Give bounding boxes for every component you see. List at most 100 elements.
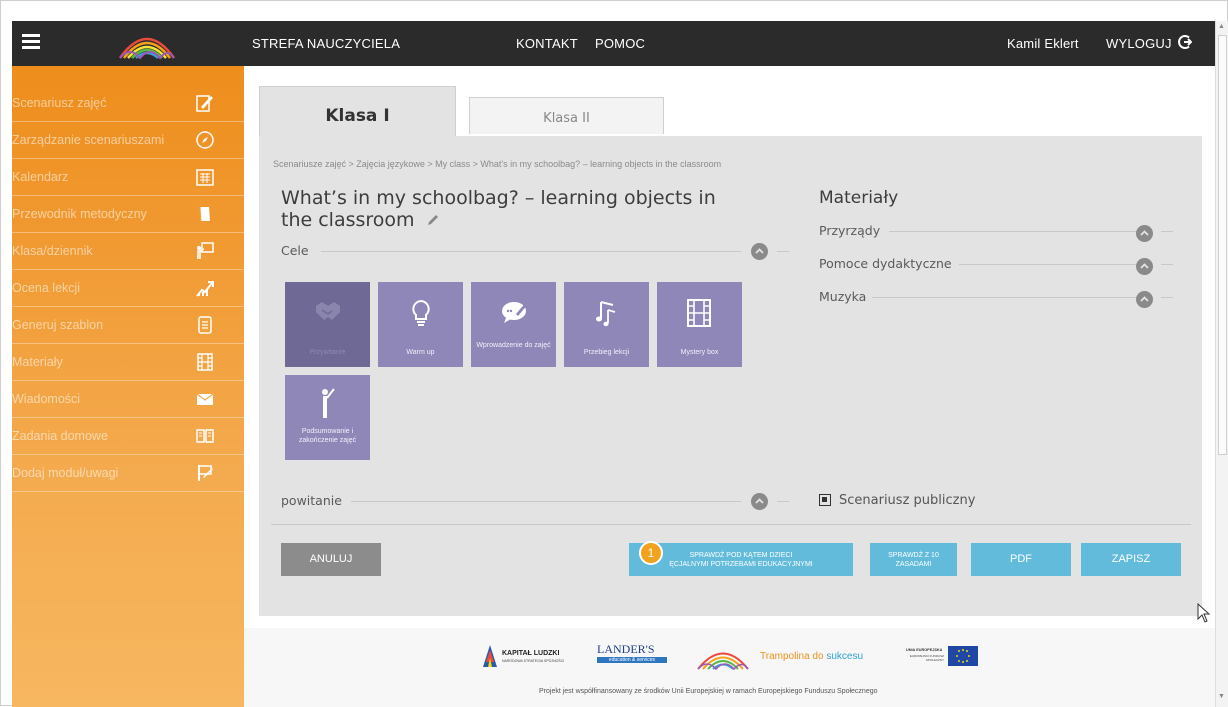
tile-label: Podsumowanie i zakończenie zajęć xyxy=(298,428,357,444)
nav-kontakt[interactable]: KONTAKT xyxy=(516,36,578,51)
user-name[interactable]: Kamil Eklert xyxy=(1007,36,1079,51)
materials-przyrzady: Przyrządy xyxy=(819,221,1181,242)
compass-icon xyxy=(195,130,215,150)
sidebar-item-label: Kalendarz xyxy=(12,170,69,184)
divider xyxy=(1161,297,1173,298)
calendar-icon xyxy=(195,167,215,187)
tile-warm-up[interactable]: Warm up xyxy=(378,282,463,367)
trampolina-logo-icon xyxy=(695,642,751,675)
tile-przywitanie[interactable]: Przywitanie xyxy=(285,282,370,367)
divider xyxy=(869,297,1151,298)
lesson-panel: Scenariusze zajęć > Zajęcia językowe > M… xyxy=(259,136,1202,616)
sidebar-item-generuj-szablon[interactable]: Generuj szablon xyxy=(12,307,244,344)
film-icon xyxy=(687,299,711,327)
scroll-down-icon[interactable]: ▼ xyxy=(1218,693,1225,700)
section-label: Muzyka xyxy=(819,289,873,304)
teacher-board-icon xyxy=(195,241,215,261)
chevron-up-icon[interactable] xyxy=(1136,258,1153,275)
browser-window: STREFA NAUCZYCIELA KONTAKT POMOC Kamil E… xyxy=(0,0,1228,707)
edit-icon xyxy=(195,93,215,113)
tab-klasa-1[interactable]: Klasa I xyxy=(259,86,456,137)
checkbox-mark xyxy=(822,497,827,502)
presenter-icon xyxy=(322,388,335,418)
sidebar-item-zarzadzanie-scenariuszami[interactable]: Zarządzanie scenariuszami xyxy=(12,122,244,159)
tile-label: Przebieg lekcji xyxy=(583,349,630,356)
chart-up-icon xyxy=(195,278,215,298)
divider xyxy=(1161,231,1173,232)
scrollbar[interactable]: ▲ ▼ xyxy=(1215,21,1228,707)
chevron-up-icon[interactable] xyxy=(751,493,768,510)
section-cele: Cele xyxy=(281,241,791,261)
materials-muzyka: Muzyka xyxy=(819,287,1181,308)
save-button[interactable]: ZAPISZ xyxy=(1081,543,1181,576)
chevron-up-icon[interactable] xyxy=(1136,291,1153,308)
section-label: Pomoce dydaktyczne xyxy=(819,256,958,271)
add-note-icon xyxy=(195,463,215,483)
sidebar-item-materialy[interactable]: Materiały xyxy=(12,344,244,381)
divider xyxy=(777,501,789,502)
tile-label: Wprowadzenie do zajęć xyxy=(476,342,551,349)
divider xyxy=(777,251,789,252)
trampolina-logo-text: Trampolina do sukcesu xyxy=(760,651,864,662)
tile-mystery-box[interactable]: Mystery box xyxy=(657,282,742,367)
film-icon xyxy=(195,352,215,372)
tile-label: Warm up xyxy=(406,349,435,356)
section-powitanie: powitanie xyxy=(281,491,791,511)
sidebar-item-dodaj-modul[interactable]: Dodaj moduł/uwagi xyxy=(12,455,244,492)
sidebar-item-klasa-dziennik[interactable]: Klasa/dziennik xyxy=(12,233,244,270)
mouse-cursor-icon xyxy=(1197,602,1211,628)
cancel-button[interactable]: ANULUJ xyxy=(281,543,381,576)
check-special-needs-button[interactable]: SPRAWDŹ POD KĄTEM DZIECI ĘCJALNYMI POTRZ… xyxy=(629,543,853,576)
sidebar-item-label: Przewodnik metodyczny xyxy=(12,207,147,221)
sidebar-item-label: Materiały xyxy=(12,355,63,369)
tab-klasa-2[interactable]: Klasa II xyxy=(469,97,664,134)
sidebar-item-kalendarz[interactable]: Kalendarz xyxy=(12,159,244,196)
materials-title: Materiały xyxy=(819,188,899,208)
tile-przebieg-lekcji[interactable]: Przebieg lekcji xyxy=(564,282,649,367)
check-10-rules-button[interactable]: SPRAWDŹ Z 10 ZASADAMI xyxy=(870,543,957,576)
divider xyxy=(889,231,1151,232)
scroll-up-icon[interactable]: ▲ xyxy=(1218,23,1225,30)
main-content: Klasa I Klasa II Scenariusze zajęć > Zaj… xyxy=(244,66,1215,707)
logout-icon[interactable] xyxy=(1176,34,1193,55)
sidebar-item-label: Generuj szablon xyxy=(12,318,104,332)
footer: KAPITAŁ LUDZKI NARODOWA STRATEGIA SPÓJNO… xyxy=(244,628,1215,707)
sidebar-item-label: Wiadomości xyxy=(12,392,81,406)
divider xyxy=(271,524,1191,525)
sidebar-item-przewodnik-metodyczny[interactable]: Przewodnik metodyczny xyxy=(12,196,244,233)
public-label: Scenariusz publiczny xyxy=(839,493,976,508)
scrollbar-thumb[interactable] xyxy=(1218,35,1227,455)
eu-flag-icon xyxy=(948,646,978,666)
breadcrumb[interactable]: Scenariusze zajęć > Zajęcia językowe > M… xyxy=(273,159,721,169)
logout-link[interactable]: WYLOGUJ xyxy=(1106,36,1172,51)
menu-icon[interactable] xyxy=(22,34,40,50)
tile-podsumowanie[interactable]: Podsumowanie i zakończenie zajęć xyxy=(285,375,370,460)
pdf-button[interactable]: PDF xyxy=(971,543,1071,576)
section-label: powitanie xyxy=(281,493,348,508)
divider xyxy=(959,264,1151,265)
chevron-up-icon[interactable] xyxy=(751,243,768,260)
pencil-icon[interactable] xyxy=(427,209,439,231)
sidebar-item-label: Klasa/dziennik xyxy=(12,244,93,258)
public-checkbox[interactable] xyxy=(819,494,831,506)
sidebar-item-ocena-lekcji[interactable]: Ocena lekcji xyxy=(12,270,244,307)
divider xyxy=(351,501,741,502)
music-note-icon xyxy=(596,301,616,327)
sidebar-item-zadania-domowe[interactable]: Zadania domowe xyxy=(12,418,244,455)
rainbow-logo[interactable] xyxy=(116,26,178,65)
sidebar-item-label: Ocena lekcji xyxy=(12,281,81,295)
handshake-icon xyxy=(316,302,340,320)
sidebar-item-scenariusz-zajec[interactable]: Scenariusz zajęć xyxy=(12,85,244,122)
nav-pomoc[interactable]: POMOC xyxy=(595,36,645,51)
nav-strefa-nauczyciela[interactable]: STREFA NAUCZYCIELA xyxy=(252,36,400,51)
sidebar-item-label: Zarządzanie scenariuszami xyxy=(12,133,165,147)
materials-pomoce-dydaktyczne: Pomoce dydaktyczne xyxy=(819,254,1181,275)
divider xyxy=(1161,264,1173,265)
document-icon xyxy=(195,315,215,335)
speech-pen-icon xyxy=(502,301,529,323)
sidebar-item-wiadomosci[interactable]: Wiadomości xyxy=(12,381,244,418)
sidebar-item-label: Zadania domowe xyxy=(12,429,108,443)
step-badge: 1 xyxy=(639,541,663,565)
chevron-up-icon[interactable] xyxy=(1136,225,1153,242)
tile-wprowadzenie[interactable]: Wprowadzenie do zajęć xyxy=(471,282,556,367)
